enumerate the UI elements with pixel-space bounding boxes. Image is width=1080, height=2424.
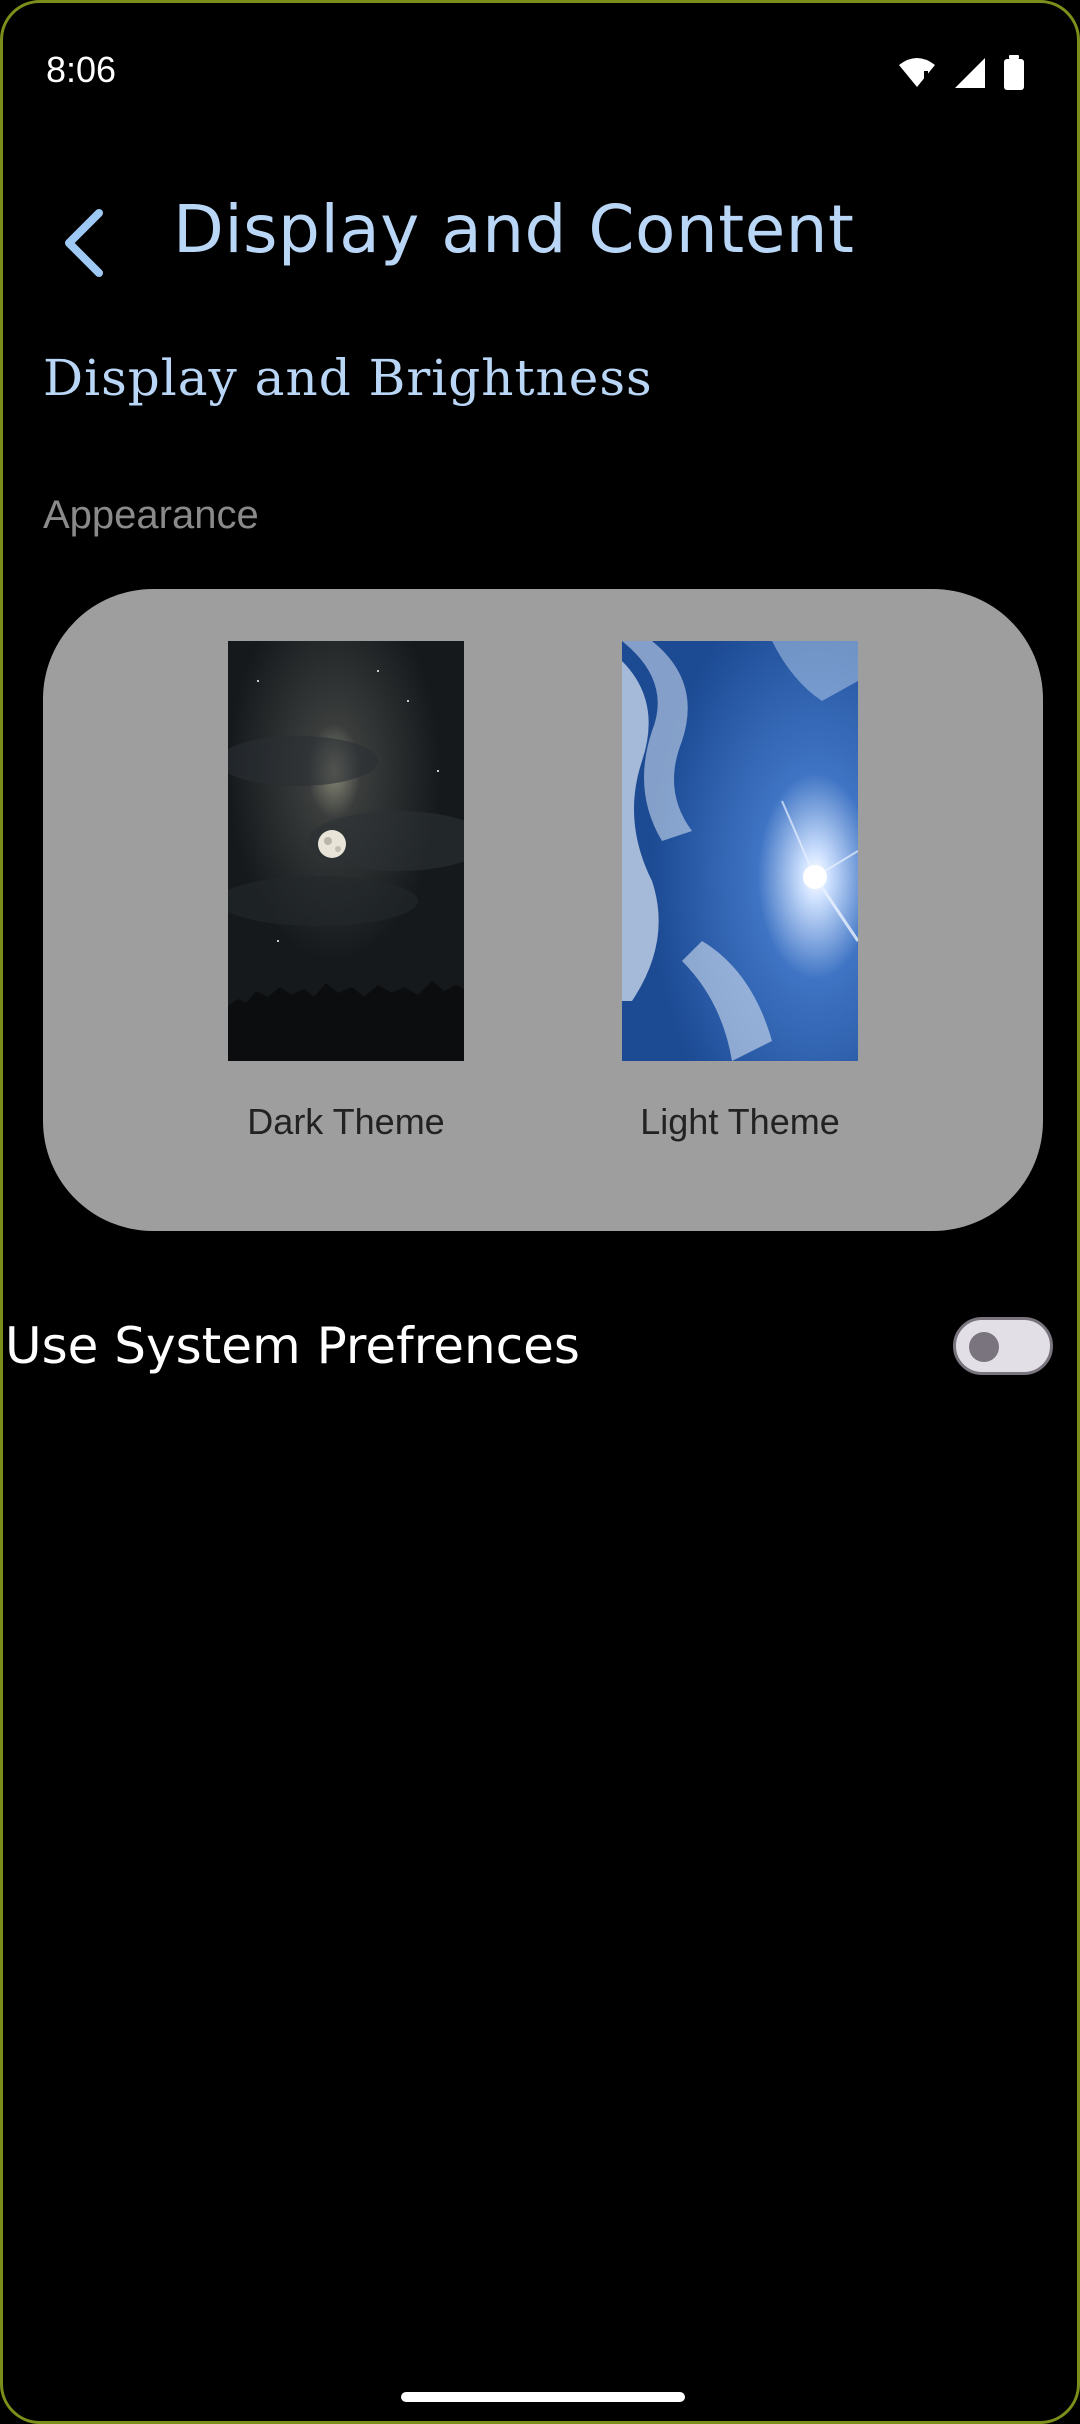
appearance-card: Dark Theme Light Theme [43,589,1043,1231]
section-title: Display and Brightness [43,349,653,407]
status-bar: 8:06 [3,3,1077,143]
use-system-preferences-row: Use System Prefrences [3,1303,1077,1393]
battery-icon [1003,55,1025,96]
use-system-preferences-label: Use System Prefrences [5,1317,580,1375]
cell-signal-icon [953,56,987,95]
wifi-icon [897,57,937,94]
dark-theme-option[interactable]: Dark Theme [228,641,464,1142]
app-bar: Display and Content [3,173,1077,303]
toggle-knob [969,1332,999,1362]
dark-theme-image [228,641,464,1061]
status-time: 8:06 [46,49,117,90]
light-theme-image [622,641,858,1061]
dark-theme-label: Dark Theme [247,1101,445,1142]
use-system-preferences-toggle[interactable] [953,1317,1053,1375]
page-title: Display and Content [173,191,855,268]
appearance-label: Appearance [43,493,259,537]
status-icons [897,55,1025,96]
back-button[interactable] [55,203,115,283]
light-theme-option[interactable]: Light Theme [622,641,858,1142]
screen: 8:06 Display and Content Display and Bri… [0,0,1080,2424]
chevron-left-icon [65,209,103,277]
light-theme-label: Light Theme [640,1101,840,1142]
home-indicator[interactable] [401,2392,685,2402]
